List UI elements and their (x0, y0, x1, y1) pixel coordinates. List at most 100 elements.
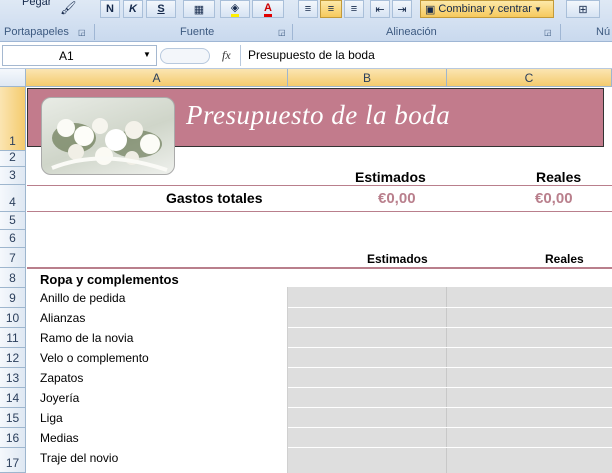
increase-indent-button[interactable]: ⇥ (392, 0, 412, 18)
divider (560, 24, 561, 40)
estimated-input-column[interactable] (288, 287, 447, 473)
column-header-c[interactable]: C (447, 69, 612, 87)
divider (288, 367, 612, 368)
align-right-button[interactable]: ≡ (344, 0, 364, 18)
divider (27, 267, 612, 269)
divider (288, 427, 612, 428)
font-color-button[interactable]: A (252, 0, 284, 18)
currency-icon: ⊞ (578, 3, 588, 16)
align-left-button[interactable]: ≡ (298, 0, 318, 18)
format-painter-icon[interactable]: 🖌 (60, 0, 77, 16)
decrease-indent-button[interactable]: ⇤ (370, 0, 390, 18)
list-item[interactable]: Traje del novio (40, 451, 118, 465)
name-box[interactable]: A1 (2, 45, 157, 66)
paste-label: Pegar (22, 0, 52, 8)
divider (446, 287, 447, 473)
row-header-12[interactable]: 12 (0, 348, 26, 368)
fill-color-button[interactable]: ◈ (220, 0, 250, 18)
list-item[interactable]: Velo o complemento (40, 351, 149, 365)
underline-button[interactable]: S (146, 0, 176, 18)
detail-header-estimated[interactable]: Estimados (367, 252, 428, 266)
row-header-5[interactable]: 5 (0, 212, 26, 230)
detail-header-actual[interactable]: Reales (545, 252, 584, 266)
decrease-indent-icon: ⇤ (375, 3, 385, 16)
row-header-16[interactable]: 16 (0, 428, 26, 448)
divider (288, 307, 612, 308)
column-header-b[interactable]: B (288, 69, 447, 87)
row-header-9[interactable]: 9 (0, 288, 26, 308)
paste-button[interactable]: Pegar 🖌 (8, 0, 77, 22)
divider (287, 287, 288, 473)
list-item[interactable]: Alianzas (40, 311, 85, 325)
row-header-13[interactable]: 13 (0, 368, 26, 388)
list-item[interactable]: Anillo de pedida (40, 291, 125, 305)
list-item[interactable]: Zapatos (40, 371, 83, 385)
align-right-icon: ≡ (350, 3, 358, 15)
cell-reference: A1 (59, 49, 74, 63)
borders-button[interactable]: ▦ (183, 0, 215, 18)
divider (27, 185, 612, 186)
group-alignment-label: Alineación (386, 26, 437, 38)
list-item[interactable]: Liga (40, 411, 63, 425)
row-header-14[interactable]: 14 (0, 388, 26, 408)
fill-bucket-icon: ◈ (230, 1, 240, 17)
formula-input[interactable]: Presupuesto de la boda (248, 48, 375, 62)
list-item[interactable]: Medias (40, 431, 79, 445)
row-header-10[interactable]: 10 (0, 308, 26, 328)
total-label[interactable]: Gastos totales (166, 190, 262, 206)
divider (240, 45, 241, 66)
merge-icon: ▣ (425, 3, 436, 16)
section-title[interactable]: Ropa y complementos (40, 272, 179, 287)
row-header-17[interactable]: 17 (0, 448, 26, 473)
merge-center-button[interactable]: ▣ Combinar y centrar ▼ (420, 0, 554, 18)
name-box-dropdown-icon[interactable]: ▼ (143, 50, 151, 59)
column-header-a[interactable]: A (26, 69, 288, 87)
divider (288, 387, 612, 388)
italic-button[interactable]: K (123, 0, 143, 18)
formula-bar-resize-handle[interactable] (160, 48, 210, 64)
list-item[interactable]: Ramo de la novia (40, 331, 133, 345)
row-header-6[interactable]: 6 (0, 230, 26, 248)
summary-header-actual[interactable]: Reales (536, 169, 581, 185)
row-header-15[interactable]: 15 (0, 408, 26, 428)
bold-button[interactable]: N (100, 0, 120, 18)
row-header-4[interactable]: 4 (0, 185, 26, 212)
number-format-button[interactable]: ⊞ (566, 0, 600, 18)
clipboard-launcher-icon[interactable]: ◲ (78, 28, 86, 37)
group-clipboard-label: Portapapeles (4, 26, 69, 38)
row-header-11[interactable]: 11 (0, 328, 26, 348)
align-center-button[interactable]: ≡ (320, 0, 342, 18)
row-header-2[interactable]: 2 (0, 150, 26, 167)
row-header-8[interactable]: 8 (0, 268, 26, 288)
font-launcher-icon[interactable]: ◲ (278, 28, 286, 37)
flower-bouquet-graphic (51, 118, 168, 172)
row-header-1[interactable]: 1 (0, 87, 26, 151)
divider (94, 24, 95, 40)
insert-function-icon[interactable]: fx (222, 48, 231, 63)
total-actual[interactable]: €0,00 (535, 190, 573, 207)
ribbon: Pegar 🖌 N K S ▦ ◈ A ≡ ≡ ≡ ⇤ ⇥ ▣ Combinar… (0, 0, 612, 42)
total-estimated[interactable]: €0,00 (378, 190, 416, 207)
divider (288, 347, 612, 348)
row-header-3[interactable]: 3 (0, 167, 26, 185)
divider (288, 327, 612, 328)
actual-input-column[interactable] (447, 287, 612, 473)
alignment-launcher-icon[interactable]: ◲ (544, 28, 552, 37)
font-color-icon: A (264, 2, 272, 17)
align-center-icon: ≡ (327, 3, 335, 15)
divider (288, 407, 612, 408)
title-text: Presupuesto de la boda (186, 100, 451, 130)
increase-indent-icon: ⇥ (397, 3, 407, 16)
merge-center-label: Combinar y centrar (438, 3, 532, 15)
borders-icon: ▦ (193, 3, 205, 16)
chevron-down-icon: ▼ (533, 4, 542, 14)
list-item[interactable]: Joyería (40, 391, 79, 405)
row-header-7[interactable]: 7 (0, 248, 26, 268)
group-number-label: Nú (596, 26, 611, 38)
select-all-corner[interactable] (0, 69, 26, 87)
divider (288, 447, 612, 448)
summary-header-estimated[interactable]: Estimados (355, 169, 426, 185)
group-font-label: Fuente (180, 26, 215, 38)
flower-bouquet-image[interactable] (41, 97, 175, 175)
align-left-icon: ≡ (304, 3, 312, 15)
